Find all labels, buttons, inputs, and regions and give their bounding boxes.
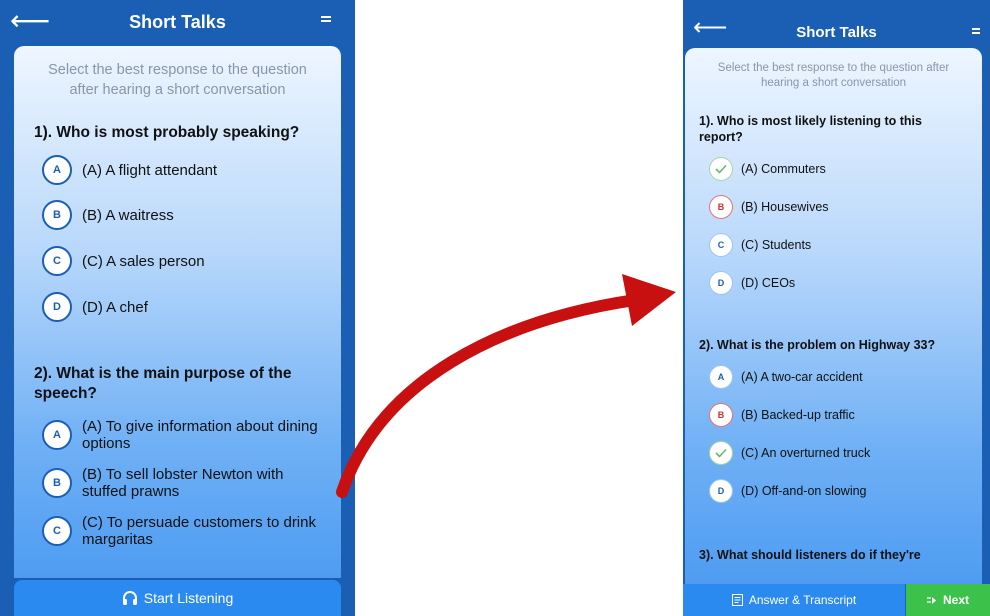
option-1c[interactable]: C (C) A sales person: [42, 246, 341, 276]
option-badge: B: [709, 403, 733, 427]
option-badge: B: [42, 468, 72, 498]
option-2b[interactable]: B (B) Backed-up traffic: [709, 403, 982, 427]
option-text: (B) To sell lobster Newton with stuffed …: [82, 466, 284, 500]
document-icon: [731, 594, 743, 606]
option-badge: D: [709, 479, 733, 503]
right-screen: ⟵ Short Talks Select the best response t…: [683, 0, 990, 616]
option-badge: D: [42, 292, 72, 322]
option-text: (A) To give information about dining opt…: [82, 418, 318, 452]
option-1b[interactable]: B (B) Housewives: [709, 195, 982, 219]
option-text: (B) A waitress: [82, 206, 174, 224]
option-badge: A: [709, 365, 733, 389]
instruction-text: Select the best response to the question…: [717, 62, 950, 89]
check-icon: [709, 441, 733, 465]
menu-icon[interactable]: [321, 16, 331, 25]
option-badge: B: [709, 195, 733, 219]
app-bar: ⟵ Short Talks: [0, 0, 355, 46]
option-text: (A) Commuters: [741, 161, 826, 176]
option-1a[interactable]: (A) Commuters: [709, 157, 982, 181]
option-text: (C) To persuade customers to drink marga…: [82, 514, 316, 548]
left-screen: ⟵ Short Talks Select the best response t…: [0, 0, 355, 616]
option-text: (C) A sales person: [82, 252, 205, 270]
option-1d[interactable]: D (D) CEOs: [709, 271, 982, 295]
option-badge: B: [42, 200, 72, 230]
answer-transcript-button[interactable]: Answer & Transcript: [683, 584, 905, 616]
option-2a[interactable]: A (A) A two-car accident: [709, 365, 982, 389]
option-1b[interactable]: B (B) A waitress: [42, 200, 341, 230]
option-2d[interactable]: D (D) Off-and-on slowing: [709, 479, 982, 503]
option-text: (B) Housewives: [741, 199, 829, 214]
option-2c[interactable]: (C) An overturned truck: [709, 441, 982, 465]
option-badge: A: [42, 155, 72, 185]
question-2: 2). What is the problem on Highway 33?: [699, 338, 936, 352]
quiz-card: Select the best response to the question…: [685, 48, 982, 584]
question-2: 2). What is the main purpose of the spee…: [34, 365, 292, 402]
option-text: (D) Off-and-on slowing: [741, 483, 867, 498]
option-2a[interactable]: A (A) To give information about dining o…: [42, 418, 321, 452]
option-text: (D) CEOs: [741, 275, 796, 290]
option-text: (C) An overturned truck: [741, 445, 871, 460]
question-3: 3). What should listeners do if they're: [699, 548, 921, 562]
bottom-bar: Start Listening: [0, 578, 355, 616]
answer-transcript-label: Answer & Transcript: [748, 593, 857, 607]
option-text: (D) A chef: [82, 298, 148, 316]
option-1a[interactable]: A (A) A flight attendant: [42, 155, 341, 185]
option-badge: C: [42, 246, 72, 276]
option-text: (B) Backed-up traffic: [741, 407, 855, 422]
option-badge: A: [42, 420, 72, 450]
next-icon: [926, 596, 937, 605]
option-2b[interactable]: B (B) To sell lobster Newton with stuffe…: [42, 466, 321, 500]
option-text: (A) A flight attendant: [82, 161, 218, 179]
option-badge: D: [709, 271, 733, 295]
question-1: 1). Who is most probably speaking?: [34, 124, 300, 141]
option-text: (C) Students: [741, 237, 812, 252]
option-badge: C: [42, 516, 72, 546]
check-icon: [709, 157, 733, 181]
option-2c[interactable]: C (C) To persuade customers to drink mar…: [42, 514, 321, 548]
menu-icon[interactable]: [972, 28, 980, 35]
headphones-icon: [122, 590, 138, 606]
start-listening-button[interactable]: Start Listening: [14, 580, 341, 616]
transition-arrow-icon: [336, 274, 676, 498]
page-title: Short Talks: [129, 12, 226, 32]
start-listening-label: Start Listening: [143, 590, 234, 606]
app-bar: ⟵ Short Talks: [683, 0, 990, 46]
quiz-card: Select the best response to the question…: [14, 46, 341, 578]
option-badge: C: [709, 233, 733, 257]
question-1: 1). Who is most likely listening to this…: [699, 114, 922, 144]
instruction-text: Select the best response to the question…: [48, 62, 307, 98]
option-text: (A) A two-car accident: [741, 369, 863, 384]
next-label: Next: [942, 593, 969, 607]
page-title: Short Talks: [796, 24, 877, 41]
option-1d[interactable]: D (D) A chef: [42, 292, 341, 322]
next-button[interactable]: Next: [906, 584, 990, 616]
option-1c[interactable]: C (C) Students: [709, 233, 982, 257]
bottom-bar: Answer & Transcript Next: [683, 584, 990, 616]
